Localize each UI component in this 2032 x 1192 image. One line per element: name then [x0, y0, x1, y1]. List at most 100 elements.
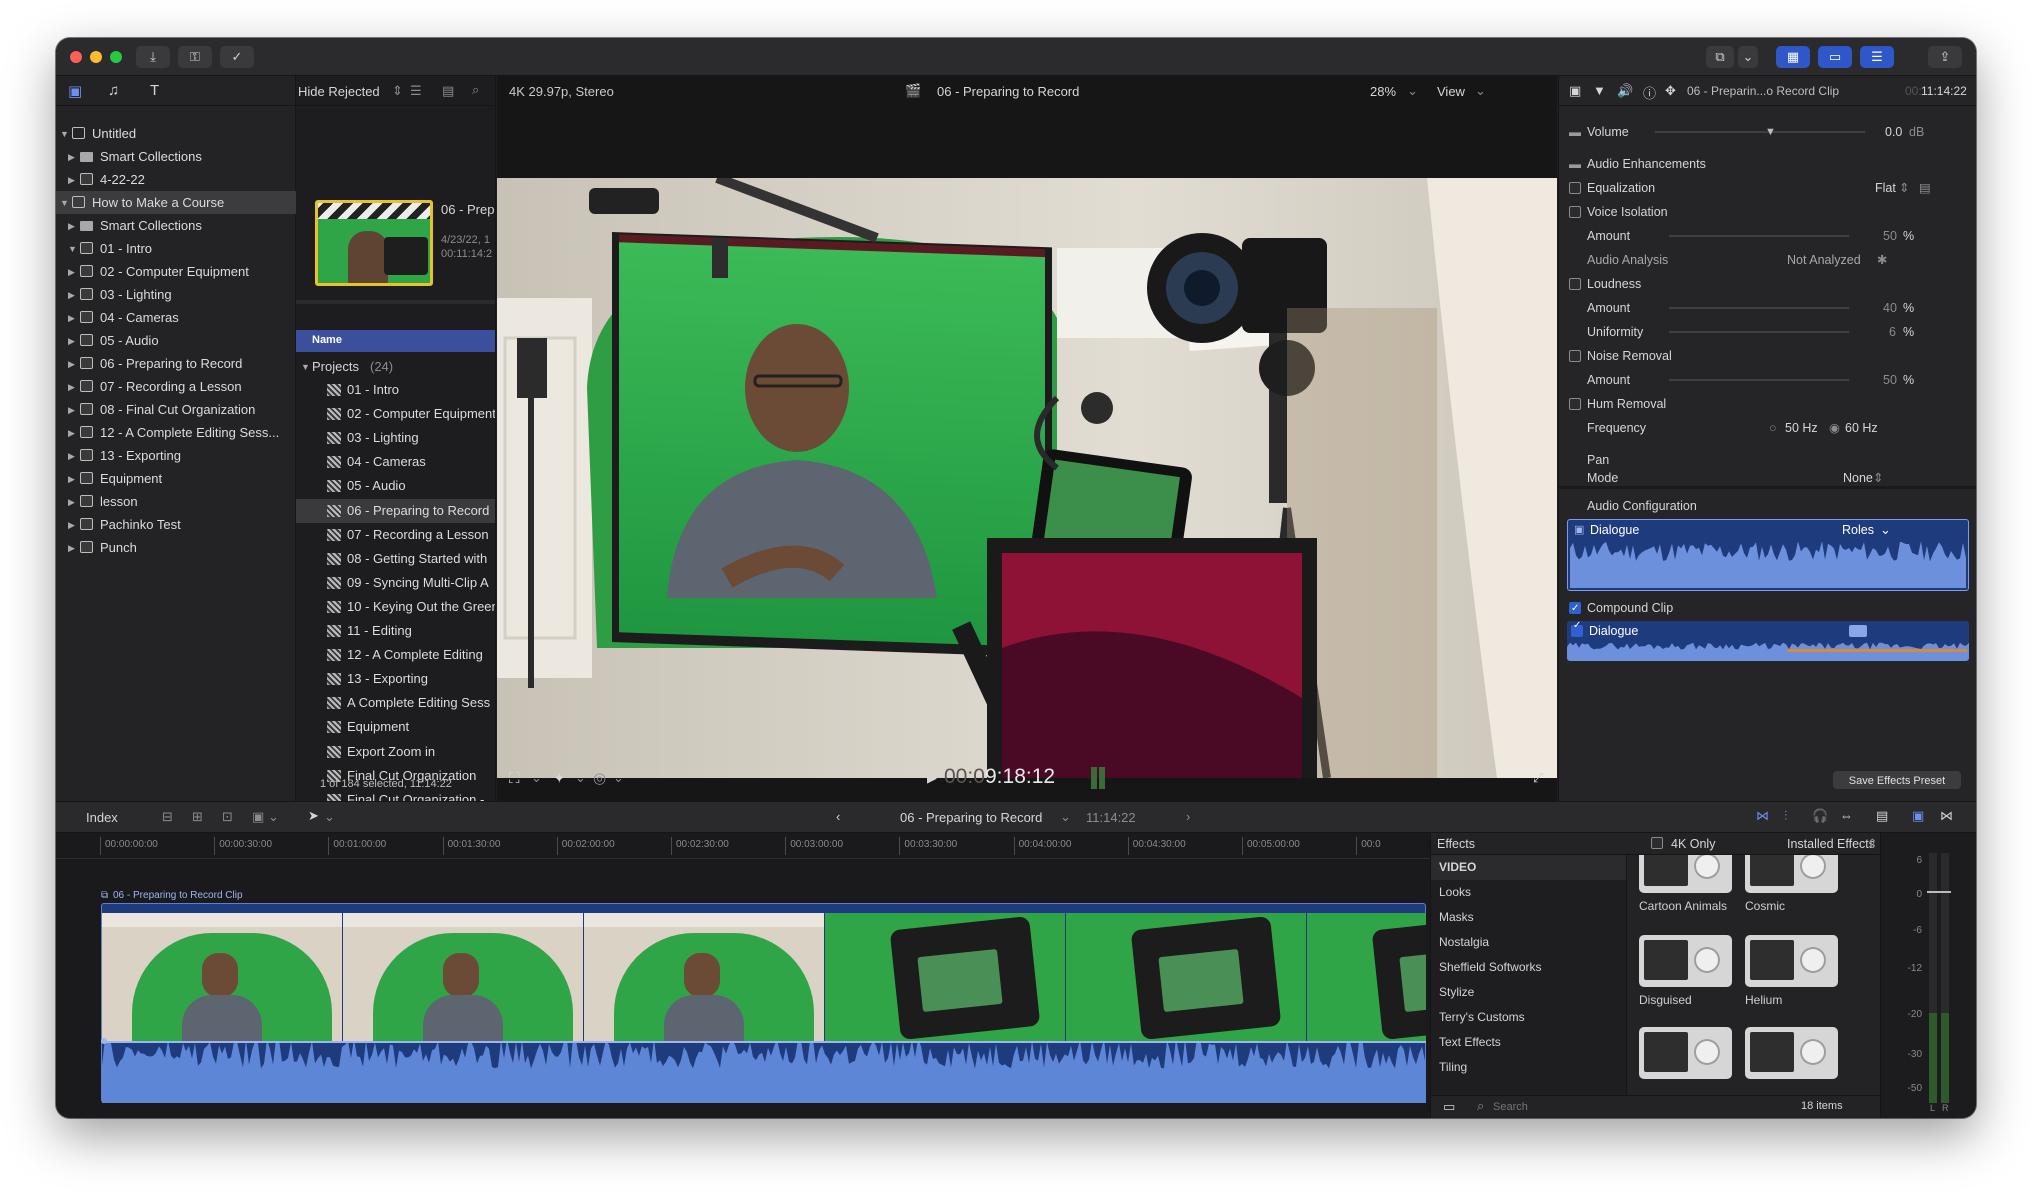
sidebar-item-14[interactable]: ▶ 13 - Exporting [56, 444, 296, 467]
radio-50hz[interactable]: ○ [1769, 416, 1777, 440]
clip-appearance-icon[interactable]: ▤ [1876, 808, 1888, 824]
libraries-tab-icon[interactable]: ▣ [68, 82, 82, 100]
sidebar-item-4[interactable]: ▶ Smart Collections [56, 214, 296, 237]
close-window-button[interactable] [70, 51, 82, 63]
sidebar-item-9[interactable]: ▶ 05 - Audio [56, 329, 296, 352]
info-icon[interactable]: ⓘ [1643, 83, 1656, 102]
project-row[interactable]: Equipment [296, 715, 495, 739]
sidebar-item-1[interactable]: ▶ Smart Collections [56, 145, 296, 168]
volume-disclosure-icon[interactable]: ▬ [1569, 120, 1581, 144]
project-row[interactable]: A Complete Editing Sess [296, 691, 495, 715]
voice-amount-slider[interactable] [1669, 235, 1849, 237]
video-frame[interactable] [497, 178, 1557, 778]
project-row[interactable]: 05 - Audio [296, 474, 495, 498]
voice-amount-value[interactable]: 50 [1883, 224, 1897, 248]
sidebar-item-5[interactable]: ▼ 01 - Intro [56, 237, 296, 260]
project-row[interactable]: 06 - Preparing to Record [296, 498, 495, 523]
disclosure-triangle-icon[interactable]: ▶ [68, 468, 75, 491]
loudness-amount-value[interactable]: 40 [1883, 296, 1897, 320]
sidebar-item-11[interactable]: ▶ 07 - Recording a Lesson [56, 375, 296, 398]
speed-icon[interactable]: ◎ [593, 769, 606, 787]
disclosure-triangle-icon[interactable]: ▶ [68, 353, 75, 376]
sidebar-toggle-icon[interactable]: ▭ [1443, 1099, 1455, 1115]
minimize-window-button[interactable] [90, 51, 102, 63]
timeline-project-title[interactable]: 06 - Preparing to Record [900, 810, 1042, 825]
pan-mode-popup[interactable]: None [1843, 468, 1873, 486]
volume-value[interactable]: 0.0 [1885, 120, 1902, 144]
disclosure-triangle-icon[interactable]: ▶ [68, 537, 75, 560]
effects-category[interactable]: Stylize [1431, 980, 1626, 1005]
effects-category[interactable]: Tiling [1431, 1055, 1626, 1080]
video-inspector-tab-icon[interactable]: ▣ [1569, 83, 1581, 99]
section-divider[interactable] [1559, 486, 1976, 489]
project-row[interactable]: 09 - Syncing Multi-Clip A [296, 571, 495, 595]
disclosure-triangle-icon[interactable]: ▶ [68, 491, 75, 514]
history-forward-icon[interactable]: › [1186, 809, 1190, 824]
sidebar-item-13[interactable]: ▶ 12 - A Complete Editing Sess... [56, 421, 296, 444]
effect-thumbnail[interactable] [1745, 935, 1838, 987]
timecode-display[interactable]: 9:18:12 [985, 765, 1055, 789]
play-button[interactable]: ▶ [927, 770, 937, 786]
effects-category[interactable]: VIDEO [1431, 855, 1626, 880]
disclosure-triangle-icon[interactable]: ▶ [68, 514, 75, 537]
sidebar-item-6[interactable]: ▶ 02 - Computer Equipment [56, 260, 296, 283]
disclosure-triangle-icon[interactable]: ▶ [68, 261, 75, 284]
connect-clip-icon[interactable]: ⊟ [162, 809, 173, 825]
project-row[interactable]: 02 - Computer Equipment [296, 402, 495, 426]
solo-headphones-icon[interactable]: 🎧 [1812, 808, 1828, 824]
insert-clip-icon[interactable]: ⊞ [192, 809, 203, 825]
effect-thumbnail[interactable] [1745, 1027, 1838, 1079]
4k-only-checkbox[interactable] [1651, 837, 1663, 849]
uniformity-slider[interactable] [1669, 331, 1849, 333]
sidebar-item-17[interactable]: ▶ Pachinko Test [56, 513, 296, 536]
disclosure-triangle-icon[interactable]: ▶ [68, 422, 75, 445]
disclosure-triangle-icon[interactable]: ▶ [68, 169, 75, 192]
sidebar-item-10[interactable]: ▶ 06 - Preparing to Record [56, 352, 296, 375]
titles-generators-tab-icon[interactable]: T [150, 82, 159, 99]
analyze-icon[interactable]: ✱ [1877, 248, 1887, 272]
zoom-popup[interactable]: 28% [1370, 84, 1396, 99]
overwrite-clip-icon[interactable]: ▣ [252, 809, 264, 825]
sidebar-item-18[interactable]: ▶ Punch [56, 536, 296, 559]
sidebar-item-12[interactable]: ▶ 08 - Final Cut Organization [56, 398, 296, 421]
project-row[interactable]: Export Zoom in [296, 740, 495, 764]
voice-isolation-checkbox[interactable] [1569, 206, 1581, 218]
view-menu[interactable]: View [1437, 84, 1465, 99]
hum-removal-checkbox[interactable] [1569, 398, 1581, 410]
index-button[interactable]: Index [86, 810, 118, 825]
effects-category[interactable]: Nostalgia [1431, 930, 1626, 955]
select-tool-icon[interactable]: ➤ [308, 808, 319, 824]
effects-browser-icon[interactable]: ▣ [1912, 808, 1924, 824]
effects-category[interactable]: Sheffield Softworks [1431, 955, 1626, 980]
loudness-amount-slider[interactable] [1669, 307, 1849, 309]
disclosure-triangle-icon[interactable]: ▶ [68, 215, 75, 238]
name-column-header[interactable]: Name [296, 330, 495, 352]
filter-inspector-tab-icon[interactable]: ▼ [1593, 83, 1606, 98]
speaker-icon[interactable]: 🔊 [1617, 83, 1633, 99]
disclosure-triangle-icon[interactable]: ▼ [68, 238, 77, 261]
photos-audio-tab-icon[interactable]: ♫ [108, 82, 119, 99]
disclosure-triangle-icon[interactable]: ▼ [301, 362, 310, 372]
playhead-marker[interactable] [101, 1038, 107, 1044]
effect-thumbnail[interactable] [1745, 855, 1838, 893]
installed-effects-popup[interactable]: Installed Effects [1787, 837, 1875, 851]
project-row[interactable]: 04 - Cameras [296, 450, 495, 474]
effects-search-input[interactable] [1493, 1098, 1773, 1116]
noise-removal-checkbox[interactable] [1569, 350, 1581, 362]
snapping-icon[interactable]: ⇔ [1840, 808, 1853, 823]
sidebar-item-7[interactable]: ▶ 03 - Lighting [56, 283, 296, 306]
disclosure-triangle-icon[interactable]: ▶ [68, 445, 75, 468]
skimming-icon[interactable]: ⋈ [1756, 808, 1769, 824]
volume-slider-knob[interactable]: ▼ [1765, 120, 1776, 144]
effect-thumbnail[interactable] [1639, 935, 1732, 987]
filter-popup[interactable]: Hide Rejected [298, 84, 380, 99]
project-row[interactable]: 07 - Recording a Lesson [296, 523, 495, 547]
project-row[interactable]: 03 - Lighting [296, 426, 495, 450]
equalizer-icon[interactable]: ▤ [1919, 176, 1931, 200]
disclosure-triangle-icon[interactable]: ▼ [60, 192, 69, 215]
enhancements-disclosure-icon[interactable]: ▬ [1569, 152, 1581, 176]
disclosure-triangle-icon[interactable]: ▶ [68, 307, 75, 330]
magic-wand-icon[interactable]: ✦ [553, 769, 566, 787]
audio-skimming-icon[interactable]: ⫶ [1784, 808, 1787, 824]
effects-category[interactable]: Looks [1431, 880, 1626, 905]
